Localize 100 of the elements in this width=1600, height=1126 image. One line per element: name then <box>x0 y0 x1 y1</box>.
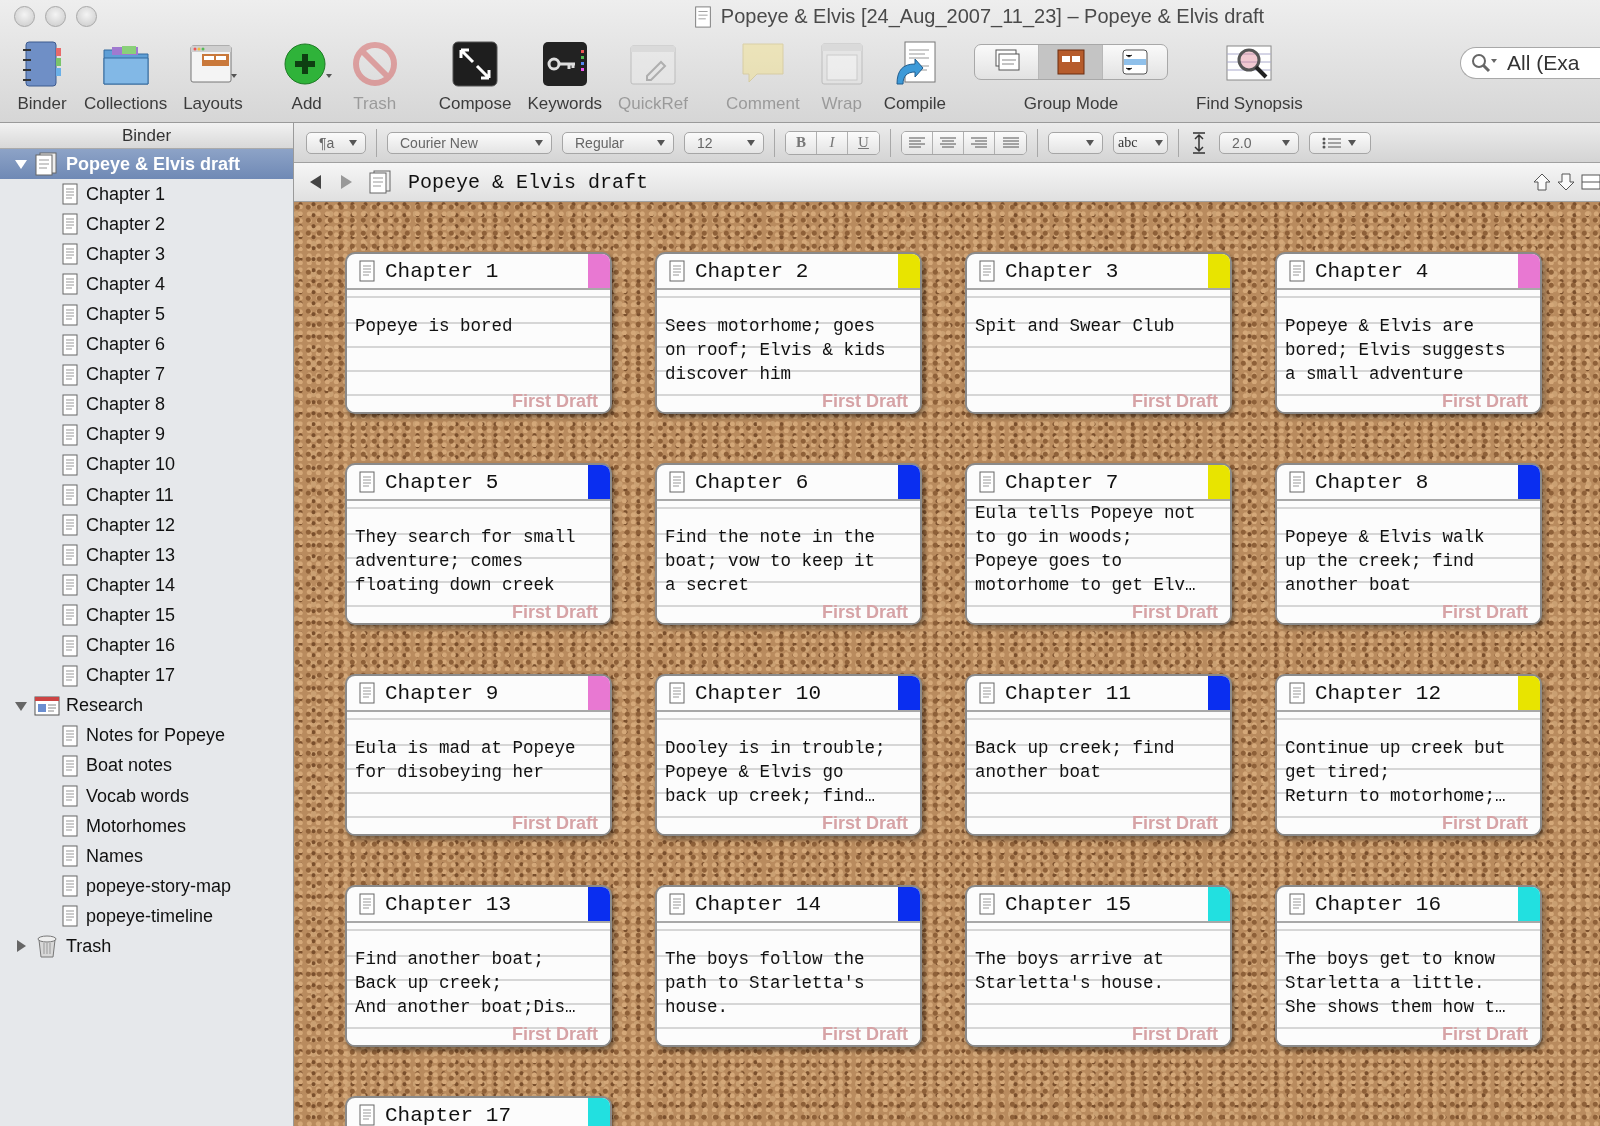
window-control-button[interactable] <box>14 6 35 27</box>
toolbar-button[interactable]: Add <box>272 38 341 114</box>
binder-item[interactable]: Names <box>0 841 293 872</box>
index-card[interactable]: Chapter 16 The boys get to know Starletta a little. She shows them how t… First Draft <box>1275 885 1542 1047</box>
binder-item[interactable]: Chapter 13 <box>0 540 293 571</box>
toolbar-button[interactable]: Find Synopsis <box>1188 38 1311 114</box>
index-card[interactable]: Chapter 5 They search for small adventure; comes floating down creek First Draft <box>345 463 612 625</box>
toolbar-button[interactable]: Compile <box>875 38 955 114</box>
index-card[interactable]: Chapter 8 Popeye & Elvis walk up the creek; find another boat First Draft <box>1275 463 1542 625</box>
back-arrow-icon[interactable] <box>308 173 324 191</box>
synopsis-line: up the creek; find <box>1285 550 1475 573</box>
line-spacing-dropdown[interactable]: 2.0 <box>1219 131 1299 154</box>
item-label: Trash <box>66 936 112 957</box>
toolbar-button[interactable]: Compose <box>430 38 520 114</box>
group-mode-control[interactable] <box>974 44 1169 80</box>
index-card[interactable]: Chapter 14 The boys follow the path to Starletta's house. First Draft <box>655 885 922 1047</box>
synopsis-line: Continue up creek but <box>1285 737 1506 760</box>
binder-item[interactable]: Chapter 2 <box>0 209 293 240</box>
binder-item[interactable]: Chapter 15 <box>0 600 293 631</box>
document-icon <box>357 471 377 493</box>
toolbar-button[interactable]: Binder <box>8 38 76 114</box>
binder-item[interactable]: Chapter 11 <box>0 480 293 511</box>
synopsis-line: bored; Elvis suggests <box>1285 339 1506 362</box>
index-card[interactable]: Chapter 13 Find another boat; Back up creek; And another boat;Dis… First Draft <box>345 885 612 1047</box>
toolbar-button[interactable]: Keywords <box>519 38 611 114</box>
typeface-dropdown[interactable]: Regular <box>562 131 674 154</box>
align-right-icon <box>970 136 988 149</box>
binder-item[interactable]: Chapter 5 <box>0 299 293 330</box>
document-icon <box>60 363 80 386</box>
binder-item[interactable]: Chapter 6 <box>0 329 293 360</box>
forward-arrow-icon[interactable] <box>338 173 354 191</box>
align-button[interactable] <box>933 131 964 154</box>
status-stamp-label: First Draft <box>512 813 598 833</box>
synopsis-line: Popeye & Elvis are <box>1285 315 1475 338</box>
index-card[interactable]: Chapter 11 Back up creek; find another boat First Draft <box>965 674 1232 836</box>
item-label: Chapter 13 <box>86 544 176 566</box>
text-color-dropdown[interactable] <box>1048 131 1103 154</box>
synopsis-line: a secret <box>665 574 749 597</box>
item-label: Chapter 10 <box>86 454 176 476</box>
index-card[interactable]: Chapter 6 Find the note in the boat; vow to keep it a secret First Draft <box>655 463 922 625</box>
down-arrow-icon[interactable] <box>1556 172 1576 192</box>
up-arrow-icon[interactable] <box>1532 172 1552 192</box>
status-stamp-label: First Draft <box>822 813 908 833</box>
alignment-control[interactable] <box>901 130 1027 155</box>
binder-item[interactable]: Chapter 4 <box>0 269 293 300</box>
binder-item[interactable]: Chapter 10 <box>0 449 293 481</box>
item-label: Names <box>86 845 143 867</box>
binder-item[interactable]: Chapter 12 <box>0 510 293 541</box>
window-control-button[interactable] <box>45 6 66 27</box>
highlight-dropdown[interactable]: abc <box>1113 131 1168 154</box>
index-card[interactable]: Chapter 2 Sees motorhome; goes on roof; Elvis & kids discover him First Draft <box>655 252 922 414</box>
font-size-dropdown[interactable]: 12 <box>684 131 764 154</box>
italic-button[interactable]: I <box>817 131 848 154</box>
index-card[interactable]: Chapter 1 Popeye is bored First Draft <box>345 252 612 414</box>
binder-item[interactable]: Chapter 8 <box>0 389 293 420</box>
binder-item[interactable]: Chapter 1 <box>0 179 293 210</box>
item-label: Chapter 6 <box>86 334 166 356</box>
mode-segment[interactable] <box>1039 45 1104 79</box>
synopsis-line: on roof; Elvis & kids <box>665 339 886 362</box>
item-label: Chapter 15 <box>86 604 176 626</box>
binder-item[interactable]: Vocab words <box>0 780 293 812</box>
index-card[interactable]: Chapter 7 Eula tells Popeye not to go in woods; Popeye goes to motorhome to get Elv… First Draft <box>965 463 1232 625</box>
index-card[interactable]: Chapter 17 <box>345 1096 612 1126</box>
binder-item[interactable]: Research <box>0 690 293 721</box>
index-card[interactable]: Chapter 4 Popeye & Elvis are bored; Elvis suggests a small adventure First Draft <box>1275 252 1542 414</box>
bold-button[interactable]: B <box>786 131 817 154</box>
index-card[interactable]: Chapter 9 Eula is mad at Popeye for disobeying her First Draft <box>345 674 612 836</box>
window-control-button[interactable] <box>76 6 97 27</box>
underline-button[interactable]: U <box>848 131 879 154</box>
search-field[interactable]: All (Exa <box>1460 46 1600 79</box>
research-window-icon <box>34 693 60 718</box>
binder-item[interactable]: Chapter 9 <box>0 419 293 450</box>
toolbar-button[interactable]: Layouts <box>175 38 251 114</box>
draft-documents-icon <box>368 170 394 194</box>
list-style-dropdown[interactable] <box>1309 131 1371 154</box>
binder-item[interactable]: Motorhomes <box>0 811 293 842</box>
align-button[interactable] <box>964 131 995 154</box>
binder-item[interactable]: Chapter 3 <box>0 239 293 270</box>
binder-item[interactable]: Chapter 14 <box>0 570 293 601</box>
binder-item[interactable]: Boat notes <box>0 750 293 781</box>
binder-item[interactable]: popeye-timeline <box>0 901 293 932</box>
paragraph-style-dropdown[interactable]: ¶a <box>306 131 366 154</box>
collapsed-triangle-icon[interactable] <box>14 939 28 954</box>
binder-item[interactable]: Notes for Popeye <box>0 720 293 751</box>
document-icon <box>60 183 80 206</box>
binder-item[interactable]: Trash <box>0 931 293 962</box>
index-card[interactable]: Chapter 12 Continue up creek but get tired; Return to motorhome;… First Draft <box>1275 674 1542 836</box>
binder-item[interactable]: popeye-story-map <box>0 871 293 902</box>
binder-item[interactable]: Chapter 17 <box>0 660 293 691</box>
index-card[interactable]: Chapter 3 Spit and Swear Club First Draft <box>965 252 1232 414</box>
font-dropdown[interactable]: Courier New <box>387 131 552 154</box>
binder-item[interactable]: Chapter 7 <box>0 359 293 390</box>
item-label: Chapter 2 <box>86 213 166 235</box>
index-card[interactable]: Chapter 15 The boys arrive at Starletta's house. First Draft <box>965 885 1232 1047</box>
index-card[interactable]: Chapter 10 Dooley is in trouble; Popeye & Elvis go back up creek; find… First Draft <box>655 674 922 836</box>
synopsis-line: path to Starletta's <box>665 972 865 995</box>
align-button[interactable] <box>902 131 933 154</box>
binder-item[interactable]: Chapter 16 <box>0 630 293 661</box>
toolbar-button[interactable]: Collections <box>76 38 176 114</box>
align-button[interactable] <box>995 131 1026 154</box>
